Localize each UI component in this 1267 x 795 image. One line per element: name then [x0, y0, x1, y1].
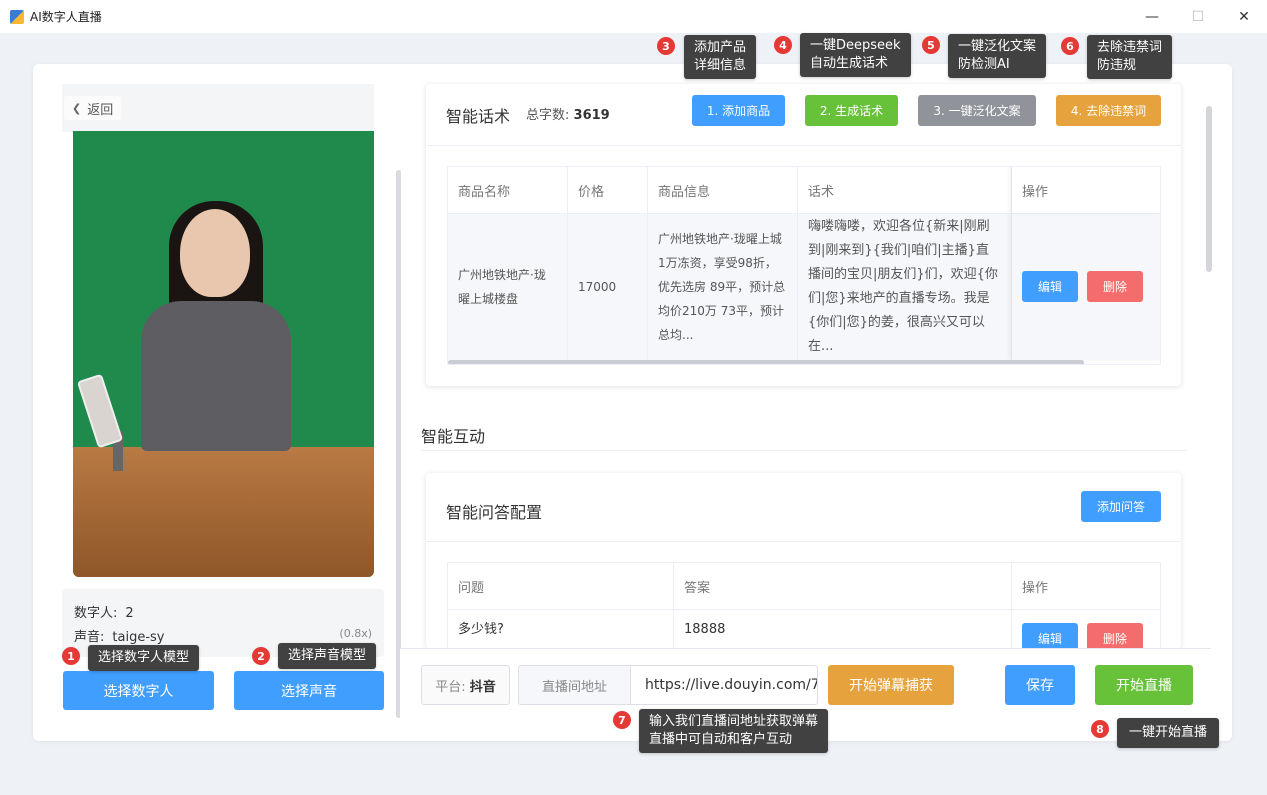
left-scrollbar[interactable]	[396, 170, 401, 718]
column-header: 操作	[1012, 563, 1160, 610]
digital-human-info: 数字人: 2	[74, 602, 134, 621]
voice-info: 声音: taige-sy	[74, 626, 164, 645]
voice-label: 声音:	[74, 630, 105, 645]
tip-line: 防违规	[1097, 58, 1137, 73]
table-horizontal-scrollbar[interactable]	[448, 360, 1084, 364]
tip-generalize: 一键泛化文案 防检测AI	[948, 34, 1047, 78]
chevron-left-icon: ❮	[72, 101, 82, 115]
tip-remove-banned: 去除违禁词 防违规	[1087, 35, 1173, 79]
app-logo-icon	[10, 9, 24, 24]
tip-line: 自动生成话术	[810, 56, 889, 71]
edit-product-button[interactable]: 编辑	[1022, 271, 1078, 302]
tip-line: 添加产品	[694, 40, 747, 55]
tip-live-url: 输入我们直播间地址获取弹幕 直播中可自动和客户互动	[639, 709, 829, 753]
close-icon[interactable]: ✕	[1221, 0, 1267, 33]
word-count: 总字数: 3619	[526, 104, 610, 123]
save-button[interactable]: 保存	[1005, 665, 1075, 705]
column-header: 话术	[798, 167, 1012, 214]
step-badge: 4	[774, 36, 792, 54]
digital-human-preview	[73, 131, 374, 577]
tip-line: 详细信息	[694, 58, 747, 73]
url-label: 直播间地址	[518, 665, 630, 705]
step-badge: 8	[1091, 720, 1109, 738]
step-badge: 2	[252, 647, 270, 665]
start-danmaku-capture-button[interactable]: 开始弹幕捕获	[828, 665, 954, 705]
tip-line: 一键Deepseek	[810, 38, 901, 53]
column-header: 操作	[1012, 167, 1160, 214]
presenter-body-image	[141, 301, 291, 451]
product-table: 商品名称 价格 商品信息 话术 操作 广州地铁地产·珑曜上城楼盘 17000 广…	[447, 166, 1161, 365]
step-badge: 5	[922, 36, 940, 54]
step-badge: 3	[657, 37, 675, 55]
select-human-button[interactable]: 选择数字人	[63, 671, 214, 710]
back-label: 返回	[87, 102, 114, 118]
interaction-section-title: 智能互动	[421, 427, 486, 446]
column-header: 商品信息	[648, 167, 798, 214]
tip-add-product: 添加产品 详细信息	[684, 35, 757, 79]
footer-divider	[400, 648, 1211, 649]
qa-question-cell: 多少钱?	[448, 610, 674, 649]
voice-value: taige-sy	[112, 630, 165, 645]
start-live-button[interactable]: 开始直播	[1095, 665, 1193, 705]
minimize-icon[interactable]: —	[1129, 0, 1175, 33]
digital-human-label: 数字人:	[74, 606, 118, 621]
column-header: 答案	[674, 563, 1012, 610]
tip-start-live: 一键开始直播	[1117, 718, 1220, 748]
step-badge: 7	[613, 711, 631, 729]
section-divider	[421, 450, 1187, 451]
voice-speed: (0.8x)	[339, 627, 372, 640]
generalize-copy-button[interactable]: 3. 一键泛化文案	[918, 95, 1036, 126]
window-controls: — ☐ ✕	[1129, 0, 1267, 33]
maximize-icon[interactable]: ☐	[1175, 0, 1221, 33]
tip-line: 输入我们直播间地址获取弹幕	[649, 714, 819, 729]
digital-human-value: 2	[125, 606, 134, 621]
qa-title: 智能问答配置	[446, 503, 543, 522]
column-header: 问题	[448, 563, 674, 610]
remove-banned-words-button[interactable]: 4. 去除违禁词	[1056, 95, 1161, 126]
platform-selector[interactable]: 平台: 抖音	[421, 665, 510, 705]
tip-line: 防检测AI	[958, 57, 1010, 72]
select-voice-button[interactable]: 选择声音	[234, 671, 384, 710]
add-qa-button[interactable]: 添加问答	[1081, 491, 1161, 522]
platform-label: 平台:	[435, 679, 466, 695]
qa-card: 智能问答配置 添加问答 问题 答案 操作 多少钱? 18888 编辑 删除	[426, 473, 1181, 649]
add-product-button[interactable]: 1. 添加商品	[692, 95, 785, 126]
tip-select-voice: 选择声音模型	[278, 643, 377, 669]
product-script-cell: 嗨喽嗨喽，欢迎各位{新来|刚刷到|刚来到}{我们|咱们|主播}直播间的宝贝|朋友…	[798, 214, 1012, 360]
right-scrollbar[interactable]	[1206, 106, 1212, 272]
delete-product-button[interactable]: 删除	[1087, 271, 1143, 302]
product-price-cell: 17000	[568, 214, 648, 360]
tip-line: 直播中可自动和客户互动	[649, 732, 793, 747]
column-header: 价格	[568, 167, 648, 214]
back-button[interactable]: ❮ 返回	[64, 96, 122, 120]
window-title: AI数字人直播	[30, 10, 102, 24]
delete-qa-button[interactable]: 删除	[1087, 623, 1143, 649]
tip-deepseek: 一键Deepseek 自动生成话术	[800, 33, 911, 77]
qa-table: 问题 答案 操作 多少钱? 18888 编辑 删除	[447, 562, 1161, 649]
speech-title: 智能话术	[446, 107, 511, 126]
card-divider	[426, 541, 1181, 542]
tip-select-human: 选择数字人模型	[88, 645, 200, 671]
window-titlebar: AI数字人直播 — ☐ ✕	[0, 0, 1267, 33]
edit-qa-button[interactable]: 编辑	[1022, 623, 1078, 649]
step-badge: 1	[62, 647, 80, 665]
tip-line: 去除违禁词	[1097, 40, 1163, 55]
word-count-label: 总字数:	[526, 108, 570, 123]
card-divider	[426, 145, 1181, 146]
platform-value: 抖音	[469, 679, 496, 695]
speech-card: 智能话术 总字数: 3619 1. 添加商品 2. 生成话术 3. 一键泛化文案…	[426, 84, 1181, 386]
presenter-face-image	[180, 209, 250, 297]
tip-line: 一键泛化文案	[958, 39, 1037, 54]
live-url-input[interactable]: https://live.douyin.com/70	[630, 665, 818, 705]
column-header: 商品名称	[448, 167, 568, 214]
product-info-cell: 广州地铁地产·珑曜上城1万冻资，享受98折，优先选房 89平，预计总均价210万…	[648, 214, 798, 360]
product-name-cell: 广州地铁地产·珑曜上城楼盘	[448, 214, 568, 360]
word-count-value: 3619	[573, 108, 610, 123]
generate-script-button[interactable]: 2. 生成话术	[805, 95, 898, 126]
qa-answer-cell: 18888	[674, 610, 1012, 649]
step-badge: 6	[1061, 37, 1079, 55]
